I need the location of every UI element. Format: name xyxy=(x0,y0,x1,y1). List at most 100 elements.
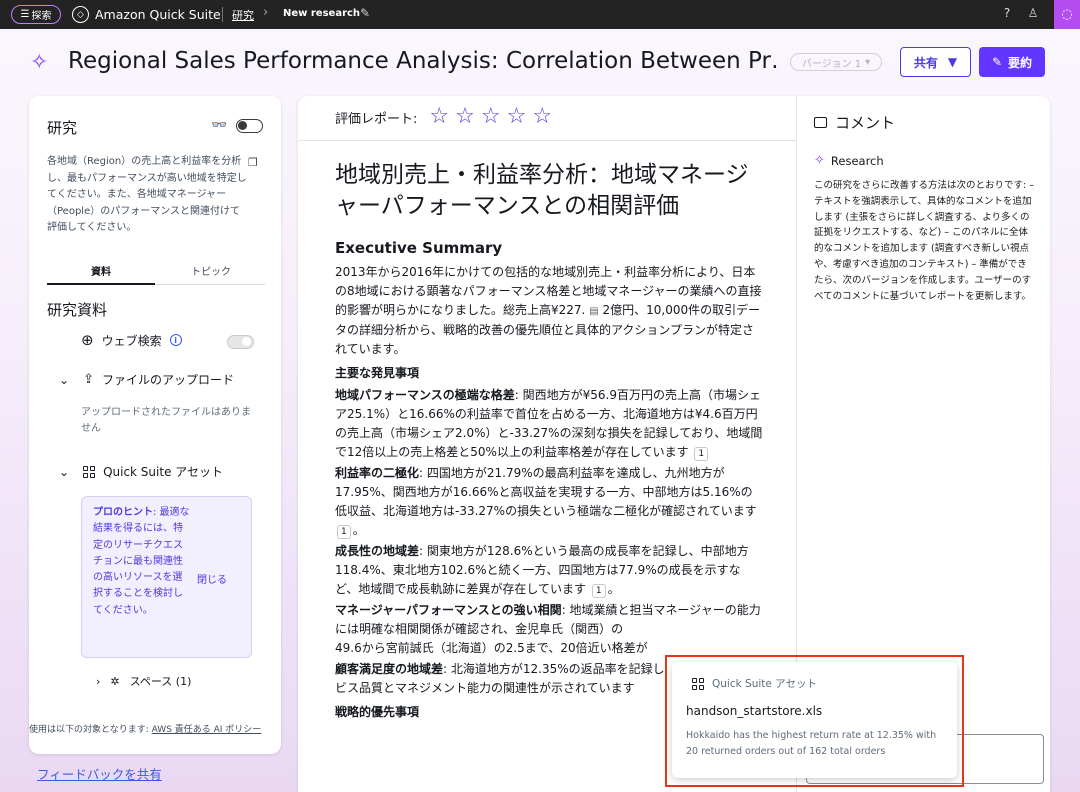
space-row[interactable]: › ✲ スペース (1) xyxy=(96,673,191,689)
view-toggle[interactable] xyxy=(236,119,263,133)
research-author: ✧ Research xyxy=(814,153,1036,168)
finding-title: マネージャーパフォーマンスとの強い相関 xyxy=(335,603,562,617)
popover-source-label: Quick Suite アセット xyxy=(712,678,817,690)
web-search-toggle[interactable] xyxy=(227,335,254,349)
top-bar: ☰ 探索 ◇ Amazon Quick Suite 研究 › New resea… xyxy=(0,0,1080,29)
chat-icon: ◌ xyxy=(1061,7,1073,22)
pro-tip-label: プロのヒント xyxy=(93,507,153,518)
tab-materials[interactable]: 資料 xyxy=(47,263,155,285)
version-label: バージョン 1 xyxy=(801,58,862,70)
section-heading: Executive Summary xyxy=(335,239,503,257)
finding-title: 成長性の地域差 xyxy=(335,544,420,558)
feedback-link[interactable]: フィードバックを共有 xyxy=(37,764,162,783)
close-tip-button[interactable]: 閉じる xyxy=(197,571,227,586)
report-document: 地域別売上・利益率分析：地域マネージャーパフォーマンスとの相関評価 Execut… xyxy=(335,160,763,721)
user-icon[interactable]: ♙ xyxy=(1025,6,1041,20)
summary-label: 要約 xyxy=(1008,55,1033,70)
version-select[interactable]: バージョン 1 ▾ xyxy=(790,53,882,71)
sparkle-pen-icon: ✎ xyxy=(991,55,1003,69)
finding-paragraph: 利益率の二極化: 四国地方が21.79%の最高利益率を達成し、九州地方が17.9… xyxy=(335,466,757,539)
brand[interactable]: ◇ Amazon Quick Suite xyxy=(72,6,221,23)
pro-tip-text: プロのヒント: 最適な結果を得るには、特定のリサーチクエスチョンに最も関連性の高… xyxy=(93,505,191,619)
info-icon[interactable]: i xyxy=(169,334,182,346)
star-icon[interactable]: ☆ xyxy=(532,106,552,128)
finding-text: : 北海道地方が12.35%の返品率を記録し xyxy=(443,662,665,676)
pro-tip-box: プロのヒント: 最適な結果を得るには、特定のリサーチクエスチョンに最も関連性の高… xyxy=(81,496,252,658)
chevron-down-icon: ▾ xyxy=(865,56,871,68)
no-files-text: アップロードされたファイルはありません xyxy=(81,407,251,434)
star-icon[interactable]: ☆ xyxy=(429,106,449,128)
citation[interactable]: 1 xyxy=(337,525,351,539)
divider xyxy=(222,7,223,22)
menu-icon: ☰ xyxy=(20,9,30,20)
citation[interactable]: 1 xyxy=(694,447,709,461)
finding-paragraph: マネージャーパフォーマンスとの強い相関: 地域業績と担当マネージャーの能力には明… xyxy=(335,601,763,658)
share-button[interactable]: 共有 ▼ xyxy=(900,47,971,77)
web-search-label: ウェブ検索 xyxy=(101,333,162,348)
materials-heading: 研究資料 xyxy=(47,301,108,319)
caret-down-icon: ▼ xyxy=(947,55,958,69)
comment-bubble-icon xyxy=(814,117,827,128)
summary-button[interactable]: ✎ 要約 xyxy=(979,47,1045,77)
finding-text: 49.6から宮前誠氏（北海道）の2.5まで、20倍近い格差が xyxy=(335,641,648,655)
assistant-chat-button[interactable]: ◌ xyxy=(1054,0,1080,29)
comments-guidance: この研究をさらに改善する方法は次のとおりです: – テキストを強調表示して、具体… xyxy=(814,180,1034,302)
copy-icon[interactable]: ❐ xyxy=(248,156,258,169)
assets-label: Quick Suite アセット xyxy=(103,465,224,479)
explore-button[interactable]: ☰ 探索 xyxy=(11,5,61,24)
finding-paragraph: 地域パフォーマンスの極端な格差: 関西地方が¥56.9百万円の売上高（市場シェア… xyxy=(335,386,763,462)
grid-icon xyxy=(83,465,96,478)
chevron-right-icon: › xyxy=(96,674,101,688)
explore-label: 探索 xyxy=(31,11,52,22)
share-label: 共有 xyxy=(913,55,938,70)
finding-title: 利益率の二極化 xyxy=(335,466,420,480)
sidebar-heading: 研究 xyxy=(47,119,78,137)
finding-paragraph: 成長性の地域差: 関東地方が128.6%という最高の成長率を記録し、中部地方11… xyxy=(335,544,749,598)
popover-file-name[interactable]: handson_startstore.xls xyxy=(686,704,822,718)
star-icon[interactable]: ☆ xyxy=(455,106,475,128)
star-icon[interactable]: ☆ xyxy=(507,106,527,128)
pro-tip-body: : 最適な結果を得るには、特定のリサーチクエスチョンに最も関連性の高いリソースを… xyxy=(93,507,190,616)
star-icon[interactable]: ☆ xyxy=(481,106,501,128)
intro-paragraph: 2013年から2016年にかけての包括的な地域別売上・利益率分析により、日本の8… xyxy=(335,263,763,359)
finding-title: 顧客満足度の地域差 xyxy=(335,662,444,676)
assets-row[interactable]: ⌄ Quick Suite アセット xyxy=(59,463,223,480)
help-icon[interactable]: ? xyxy=(999,6,1015,20)
quick-suite-logo-icon: ◇ xyxy=(72,6,89,23)
file-upload-row[interactable]: ⌄ ⇪ ファイルのアップロード xyxy=(59,371,234,388)
comments-panel: コメント ✧ Research この研究をさらに改善する方法は次のとおりです: … xyxy=(814,112,1036,304)
subheading: 主要な発見事項 xyxy=(335,366,420,380)
rating-label: 評価レポート: xyxy=(335,111,418,127)
research-label: Research xyxy=(830,153,884,168)
breadcrumb-research[interactable]: 研究 xyxy=(232,7,254,23)
citation-popover: Quick Suite アセット handson_startstore.xls … xyxy=(672,662,957,778)
rating-row: 評価レポート: ☆ ☆ ☆ ☆ ☆ xyxy=(335,106,552,128)
popover-description: Hokkaido has the highest return rate at … xyxy=(686,730,937,757)
grid-icon xyxy=(692,677,704,690)
chevron-down-icon: ⌄ xyxy=(59,372,70,387)
usage-prefix: 使用は以下の対象となります: xyxy=(29,725,152,735)
comments-header: コメント xyxy=(814,112,1036,133)
research-sparkle-icon: ✧ xyxy=(30,50,49,75)
research-prompt: 各地域（Region）の売上高と利益率を分析し、最もパフォーマンスが高い地域を特… xyxy=(47,156,247,233)
sidebar-tabs: 資料 トピック xyxy=(47,261,265,285)
ai-policy-link[interactable]: AWS 責任ある AI ポリシー xyxy=(152,725,262,735)
tab-topics[interactable]: トピック xyxy=(157,263,265,278)
popover-source: Quick Suite アセット xyxy=(692,676,817,691)
breadcrumb-chevron-icon: › xyxy=(263,5,269,20)
glasses-icon: 👓 xyxy=(211,118,228,133)
finding-text: ビス品質とマネジメント能力の関連性が示されています xyxy=(335,681,635,695)
reference-icon[interactable]: ▤ xyxy=(589,302,598,321)
rating-stars: ☆ ☆ ☆ ☆ ☆ xyxy=(429,106,552,128)
edit-pencil-icon[interactable]: ✎ xyxy=(360,6,370,20)
usage-notice: 使用は以下の対象となります: AWS 責任ある AI ポリシー xyxy=(29,724,279,737)
page-title: Regional Sales Performance Analysis: Cor… xyxy=(68,48,778,74)
citation[interactable]: 1 xyxy=(591,584,606,598)
file-upload-label: ファイルのアップロード xyxy=(101,373,234,387)
space-label: スペース (1) xyxy=(129,675,192,688)
finding-title: 地域パフォーマンスの極端な格差 xyxy=(335,388,515,402)
breadcrumb-current: New research xyxy=(283,8,361,19)
globe-icon: ⊕ xyxy=(81,331,94,349)
web-search-row: ⊕ ウェブ検索 i xyxy=(81,331,182,349)
chevron-down-icon: ⌄ xyxy=(59,464,70,479)
